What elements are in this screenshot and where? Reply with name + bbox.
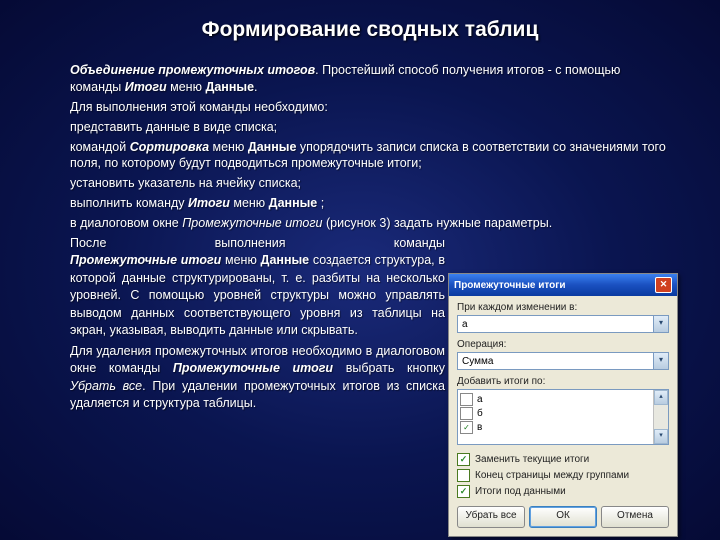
txt: Промежуточные итоги xyxy=(182,216,322,230)
checkbox-icon[interactable]: ✓ xyxy=(460,421,473,434)
txt: меню xyxy=(221,253,260,267)
check-pagebreak[interactable]: Конец страницы между группами xyxy=(457,469,669,482)
check-label: Итоги под данными xyxy=(475,486,566,497)
label-change-in: При каждом изменении в: xyxy=(457,302,669,313)
combo-operation[interactable]: Сумма ▾ xyxy=(457,352,669,370)
txt: Данные xyxy=(269,196,318,210)
checkbox-icon[interactable] xyxy=(460,393,473,406)
txt: Сортировка xyxy=(130,140,209,154)
combo-value: а xyxy=(462,319,468,330)
check-label: Конец страницы между группами xyxy=(475,470,629,481)
list-label: а xyxy=(477,394,483,405)
chevron-down-icon[interactable]: ▾ xyxy=(653,316,668,332)
txt: Промежуточные итоги xyxy=(70,253,221,267)
dialog-titlebar[interactable]: Промежуточные итоги ✕ xyxy=(449,274,677,296)
txt: представить данные в виде списка; xyxy=(70,119,670,136)
lower-text: После выполнения команды Промежуточные и… xyxy=(70,235,445,416)
scroll-up-icon[interactable]: ▴ xyxy=(654,390,668,405)
check-replace[interactable]: ✓ Заменить текущие итоги xyxy=(457,453,669,466)
txt: Итоги xyxy=(125,80,167,94)
close-icon[interactable]: ✕ xyxy=(655,277,672,293)
txt: Итоги xyxy=(188,196,230,210)
txt: выбрать кнопку xyxy=(333,361,445,375)
txt: ; xyxy=(317,196,324,210)
list-label: б xyxy=(477,408,483,419)
cancel-button[interactable]: Отмена xyxy=(601,506,669,528)
txt: Данные xyxy=(205,80,254,94)
scroll-down-icon[interactable]: ▾ xyxy=(654,429,668,444)
txt: Объединение промежуточных итогов xyxy=(70,63,315,77)
txt: меню xyxy=(230,196,269,210)
txt: меню xyxy=(167,80,206,94)
ok-button[interactable]: ОК xyxy=(529,506,597,528)
list-label: в xyxy=(477,422,482,433)
combo-change-in[interactable]: а ▾ xyxy=(457,315,669,333)
label-add-totals: Добавить итоги по: xyxy=(457,376,669,387)
checkbox-icon[interactable] xyxy=(457,469,470,482)
txt: Данные xyxy=(261,253,310,267)
checkbox-icon[interactable] xyxy=(460,407,473,420)
txt: (рисунок 3) задать нужные параметры. xyxy=(323,216,553,230)
txt: выполнить команду xyxy=(70,196,188,210)
chevron-down-icon[interactable]: ▾ xyxy=(653,353,668,369)
label-operation: Операция: xyxy=(457,339,669,350)
txt: в диалоговом окне xyxy=(70,216,182,230)
dialog-title: Промежуточные итоги xyxy=(454,280,566,291)
list-item[interactable]: ✓в xyxy=(460,420,651,434)
list-item[interactable]: б xyxy=(460,406,651,420)
txt: Данные xyxy=(248,140,297,154)
txt: Убрать все xyxy=(70,379,142,393)
slide-title: Формирование сводных таблиц xyxy=(70,18,670,42)
txt: командой xyxy=(70,140,130,154)
scrollbar[interactable]: ▴ ▾ xyxy=(653,390,668,444)
combo-value: Сумма xyxy=(462,356,493,367)
subtotals-dialog: Промежуточные итоги ✕ При каждом изменен… xyxy=(448,273,678,537)
txt: Промежуточные итоги xyxy=(173,361,333,375)
checkbox-icon[interactable]: ✓ xyxy=(457,453,470,466)
remove-all-button[interactable]: Убрать все xyxy=(457,506,525,528)
txt: меню xyxy=(209,140,248,154)
list-item[interactable]: а xyxy=(460,392,651,406)
txt: Для выполнения этой команды необходимо: xyxy=(70,99,670,116)
txt: . xyxy=(254,80,257,94)
check-label: Заменить текущие итоги xyxy=(475,454,589,465)
checkbox-icon[interactable]: ✓ xyxy=(457,485,470,498)
txt: установить указатель на ячейку списка; xyxy=(70,175,670,192)
check-below[interactable]: ✓ Итоги под данными xyxy=(457,485,669,498)
listbox-fields[interactable]: а б ✓в ▴ ▾ xyxy=(457,389,669,445)
txt: После выполнения команды xyxy=(70,236,445,250)
body-text: Объединение промежуточных итогов. Просте… xyxy=(70,62,670,232)
